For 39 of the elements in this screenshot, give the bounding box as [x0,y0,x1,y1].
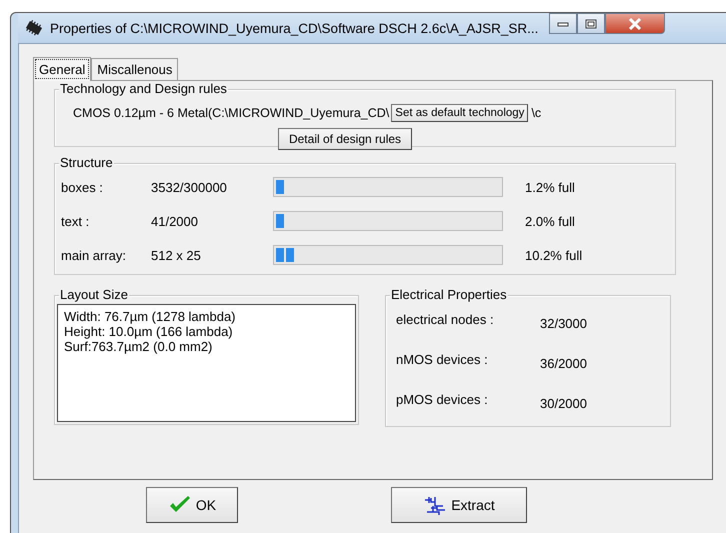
minimize-button[interactable] [549,13,578,34]
size-line: Width: 76.7µm (1278 lambda) [64,309,237,324]
usage-reading: 10.2% full [525,248,582,262]
row-label: text : [61,214,90,228]
tab[interactable]: Miscallenous [91,58,178,80]
count-value: 41/2000 [151,214,199,228]
restore-icon [585,18,598,28]
group-title: Electrical Properties [390,287,508,302]
group-title: Structure [59,155,114,170]
property-value: 30/2000 [540,395,587,413]
checkmark-icon [168,495,192,515]
usage-reading: 2.0% full [525,214,575,228]
property-label: pMOS devices : [396,392,489,409]
extract-button[interactable]: Extract [391,487,527,523]
row-label: main array: [61,248,128,262]
group-title: Layout Size [59,287,129,302]
maximize-button[interactable] [577,13,606,34]
window-title: Properties of C:\MICROWIND_Uyemura_CD\Software DSCH 2.6c\A_AJSR_SR... [50,20,538,36]
circuit-icon [423,494,448,516]
design-rules-button[interactable]: Detail of design rules [278,128,412,150]
technology-path: CMOS 0.12µm - 6 Metal(C:\MICROWIND_Uyemura_CD\ [73,106,390,120]
count-value: 3532/300000 [151,180,228,194]
technology-path: \c [531,106,542,120]
minimize-icon [557,20,570,28]
group-title: Technology and Design rules [59,81,228,96]
row-label: boxes : [61,180,104,194]
property-value: 36/2000 [540,355,587,373]
close-icon [628,18,642,30]
count-value: 512 x 25 [151,248,202,262]
set-default-button[interactable]: Set as default technology [391,104,528,122]
usage-reading: 1.2% full [525,180,575,194]
property-value: 32/3000 [540,315,587,333]
tab[interactable]: General [33,57,92,81]
property-label: nMOS devices : [396,352,489,369]
property-label: electrical nodes : [396,312,495,329]
size-line: Surf:763.7µm2 (0.0 mm2) [64,339,214,354]
size-line: Height: 10.0µm (166 lambda) [64,324,234,339]
ok-button[interactable]: OK [146,487,238,523]
close-button[interactable] [605,13,666,34]
